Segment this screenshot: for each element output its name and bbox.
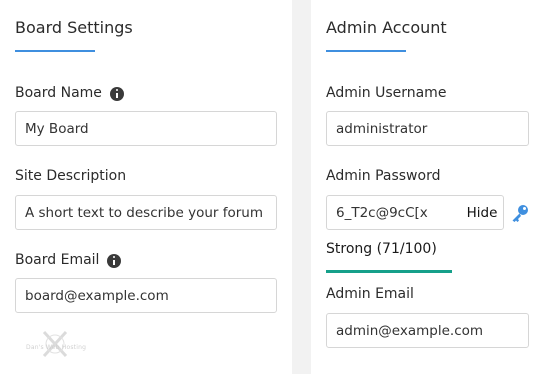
board-email-input[interactable] [15, 278, 277, 313]
site-description-input[interactable] [15, 195, 277, 230]
board-name-label: Board Name [15, 85, 102, 101]
admin-password-label-row: Admin Password [326, 168, 440, 184]
password-strength-fill [326, 270, 453, 273]
admin-account-title: Admin Account [326, 18, 447, 37]
board-settings-title-underline [15, 50, 95, 52]
password-strength-text: Strong (71/100) [326, 241, 437, 257]
board-name-input[interactable] [15, 111, 277, 146]
admin-email-label-row: Admin Email [326, 286, 414, 302]
board-email-label-row: Board Email [15, 252, 122, 268]
watermark-text: Dan's Web Hosting [26, 344, 87, 351]
admin-username-label: Admin Username [326, 85, 447, 101]
board-name-label-row: Board Name [15, 85, 124, 101]
admin-password-input[interactable] [327, 196, 461, 229]
hide-password-button[interactable]: Hide [461, 196, 503, 229]
info-icon[interactable] [109, 87, 124, 101]
site-description-label-row: Site Description [15, 168, 126, 184]
admin-username-label-row: Admin Username [326, 85, 446, 101]
admin-password-field: Hide [326, 195, 504, 230]
site-description-label: Site Description [15, 168, 127, 184]
admin-account-title-underline [326, 50, 406, 52]
admin-username-input[interactable] [326, 111, 529, 146]
password-strength-bar [326, 270, 504, 273]
admin-email-label: Admin Email [326, 286, 414, 302]
board-settings-panel: Board Settings Board Name Site Descripti… [0, 0, 292, 374]
admin-password-label: Admin Password [326, 168, 441, 184]
board-settings-title: Board Settings [15, 18, 133, 37]
board-email-label: Board Email [15, 252, 100, 268]
admin-account-panel: Admin Account Admin Username Admin Passw… [311, 0, 547, 374]
admin-email-input[interactable] [326, 313, 529, 348]
watermark-logo: Dan's Web Hosting [24, 330, 94, 362]
info-icon[interactable] [107, 254, 122, 268]
key-icon[interactable] [510, 203, 530, 223]
